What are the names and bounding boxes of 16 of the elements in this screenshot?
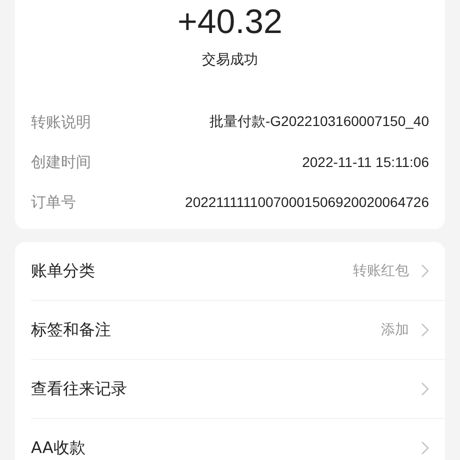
detail-label: 创建时间 xyxy=(31,152,91,172)
chevron-right-icon xyxy=(421,323,429,337)
detail-label: 订单号 xyxy=(31,192,76,212)
detail-value: 20221111110070001506920020064726 xyxy=(185,194,429,210)
menu-item[interactable]: 标签和备注 添加 xyxy=(31,301,445,360)
menu-item[interactable]: 账单分类 转账红包 xyxy=(31,242,445,301)
menu-item[interactable]: 查看往来记录 xyxy=(31,360,445,419)
amount: +40.32 xyxy=(176,2,284,43)
detail-value: 2022-11-11 15:11:06 xyxy=(302,154,429,170)
chevron-right-icon xyxy=(421,264,429,278)
detail-label: 转账说明 xyxy=(31,112,91,132)
menu-item[interactable]: AA收款 xyxy=(31,419,445,460)
chevron-right-icon xyxy=(421,441,429,455)
chevron-right-icon xyxy=(421,382,429,396)
status-text: 交易成功 xyxy=(201,51,259,70)
detail-value: 批量付款-G2022103160007150_40 xyxy=(210,113,429,131)
